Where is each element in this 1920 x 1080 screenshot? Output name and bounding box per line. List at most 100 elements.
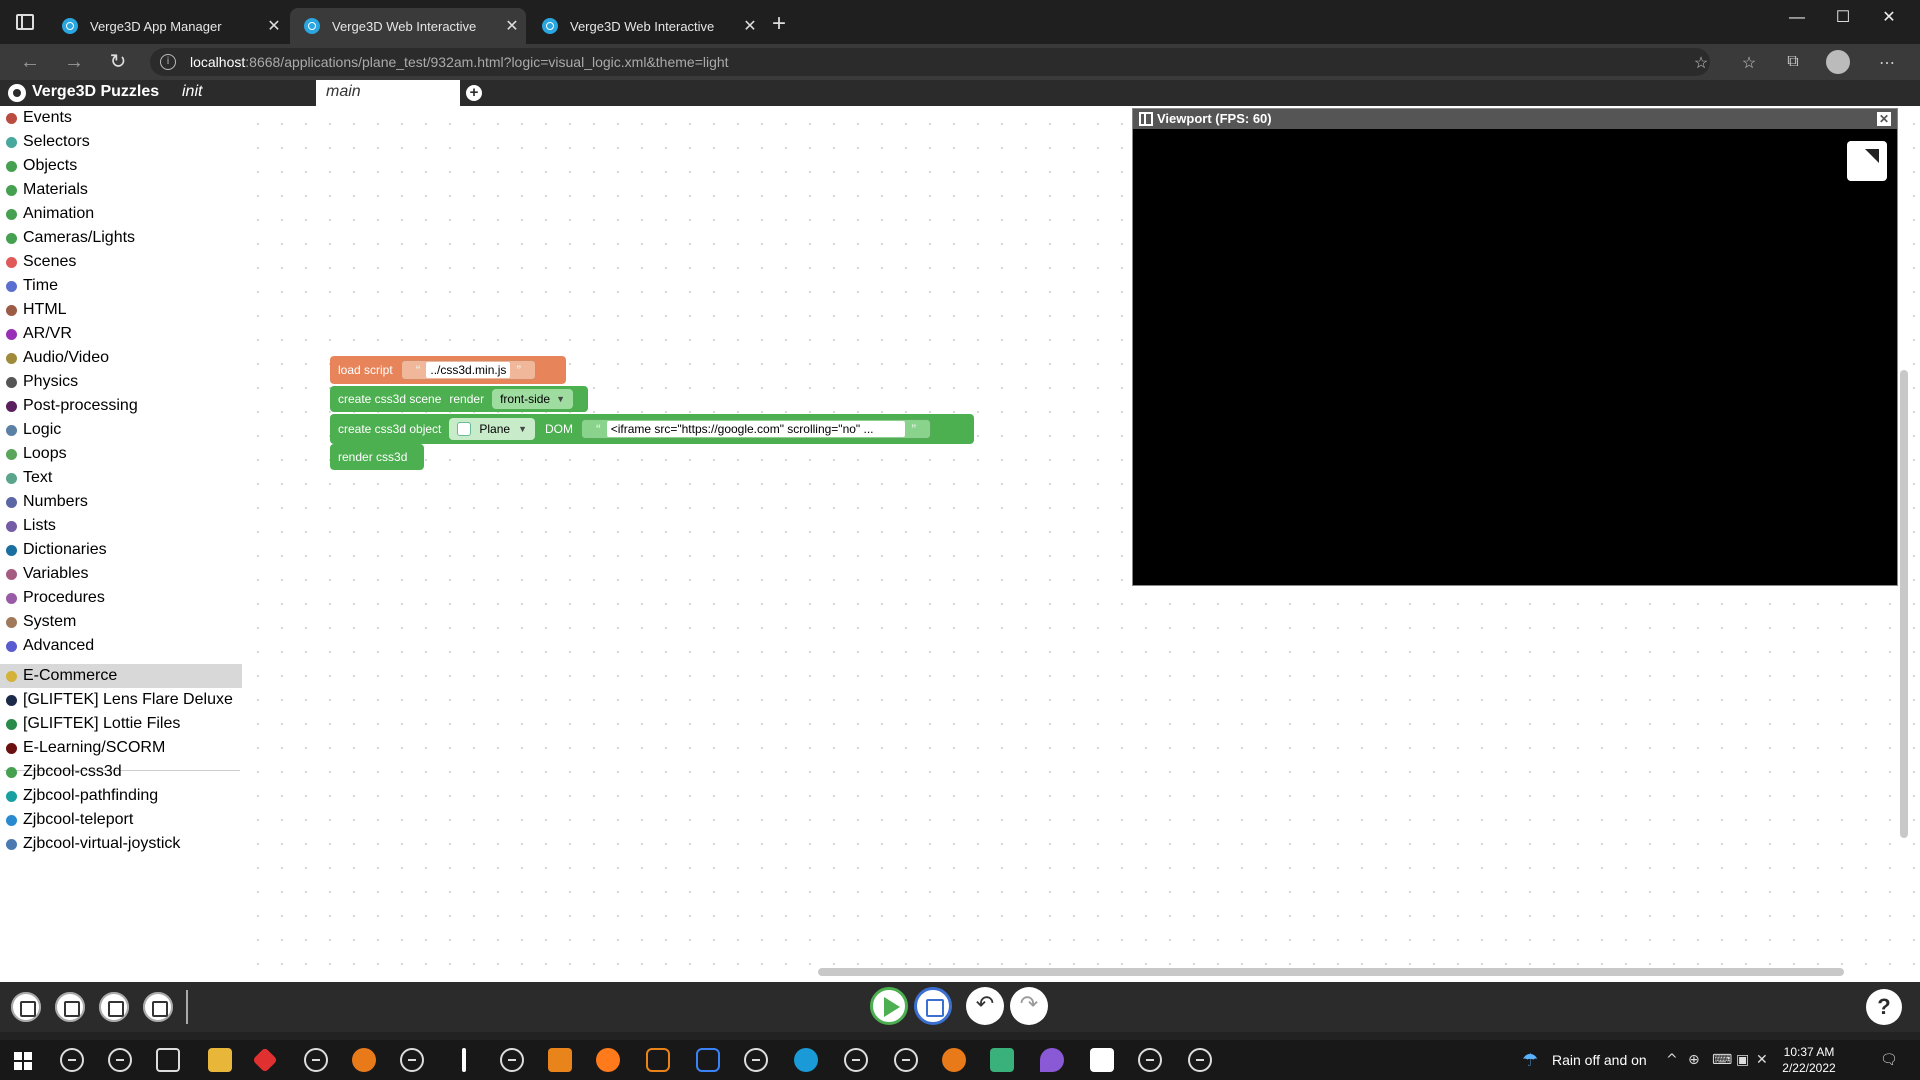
tab-web-interactive[interactable]: Verge3D Web Interactive ✕ xyxy=(528,8,764,44)
umbrella-weather-icon[interactable]: ☂ xyxy=(1522,1050,1542,1071)
category-item[interactable]: Lists xyxy=(0,514,242,538)
close-icon[interactable]: ✕ xyxy=(1877,112,1891,126)
undo-icon[interactable]: ↶ xyxy=(966,987,1004,1025)
app-red-diamond-icon[interactable] xyxy=(252,1047,278,1073)
mail-icon[interactable] xyxy=(990,1048,1014,1072)
sublime-icon[interactable] xyxy=(548,1048,572,1072)
category-item[interactable]: Physics xyxy=(0,370,242,394)
app-bolt-icon[interactable] xyxy=(462,1048,466,1072)
close-icon[interactable]: ✕ xyxy=(736,16,764,36)
viewport-header[interactable]: Viewport (FPS: 60) ✕ xyxy=(1133,109,1897,129)
taskbar-clock[interactable]: 10:37 AM 2/22/2022 xyxy=(1774,1044,1844,1076)
file-explorer-icon[interactable] xyxy=(208,1048,232,1072)
tab-web-interactive-active[interactable]: Verge3D Web Interactive ✕ xyxy=(290,8,526,44)
app-drop-icon[interactable] xyxy=(1040,1048,1064,1072)
category-item[interactable]: [GLIFTEK] Lens Flare Deluxe xyxy=(0,688,242,712)
back-arrow-icon[interactable]: ← xyxy=(16,49,44,75)
app-circle-icon[interactable] xyxy=(1138,1048,1162,1072)
tab-init[interactable]: init xyxy=(182,83,202,101)
app-circle-icon[interactable] xyxy=(894,1048,918,1072)
windows-start-icon[interactable] xyxy=(14,1052,32,1070)
category-item[interactable]: Procedures xyxy=(0,586,242,610)
favorite-star-icon[interactable]: ☆ xyxy=(1690,53,1712,73)
category-item[interactable]: Numbers xyxy=(0,490,242,514)
category-item[interactable]: Events xyxy=(0,106,242,130)
task-view-icon[interactable] xyxy=(156,1048,180,1072)
app-circle-icon[interactable] xyxy=(304,1048,328,1072)
new-tab-button[interactable]: + xyxy=(772,10,786,38)
app-g-icon[interactable] xyxy=(646,1048,670,1072)
profile-avatar-icon[interactable] xyxy=(1826,50,1850,74)
sidebar-toggle-icon[interactable] xyxy=(16,14,34,30)
run-play-icon[interactable] xyxy=(870,987,908,1025)
weather-text[interactable]: Rain off and on xyxy=(1552,1052,1647,1068)
category-item[interactable]: Cameras/Lights xyxy=(0,226,242,250)
help-icon[interactable]: ? xyxy=(1866,989,1902,1025)
dom-string-field[interactable]: “ <iframe src="https://google.com" scrol… xyxy=(581,419,932,439)
info-icon[interactable]: i xyxy=(160,54,176,70)
redo-icon[interactable]: ↷ xyxy=(1010,987,1048,1025)
category-item[interactable]: Scenes xyxy=(0,250,242,274)
category-item[interactable]: AR/VR xyxy=(0,322,242,346)
favorites-list-icon[interactable]: ☆ xyxy=(1738,53,1760,73)
category-item[interactable]: Time xyxy=(0,274,242,298)
category-item[interactable]: System xyxy=(0,610,242,634)
blender-icon[interactable] xyxy=(352,1048,376,1072)
meet-now-icon[interactable]: ▣ xyxy=(1736,1052,1749,1068)
category-item[interactable]: Zjbcool-pathfinding xyxy=(0,784,242,808)
app-play-icon[interactable] xyxy=(696,1048,720,1072)
file-icon[interactable] xyxy=(52,989,88,1025)
more-menu-icon[interactable]: ⋯ xyxy=(1876,53,1898,73)
vertical-scrollbar[interactable] xyxy=(1900,370,1908,838)
close-icon[interactable]: ✕ xyxy=(260,16,288,36)
category-item[interactable]: Objects xyxy=(0,154,242,178)
category-item[interactable]: Audio/Video xyxy=(0,346,242,370)
category-item[interactable]: [GLIFTEK] Lottie Files xyxy=(0,712,242,736)
minimize-button[interactable]: — xyxy=(1774,4,1820,32)
maximize-button[interactable]: ☐ xyxy=(1820,4,1866,32)
save-icon[interactable] xyxy=(914,987,952,1025)
tab-app-manager[interactable]: Verge3D App Manager ✕ xyxy=(48,8,288,44)
category-item[interactable]: Advanced xyxy=(0,634,242,658)
add-tab-icon[interactable]: + xyxy=(466,85,482,101)
edge-icon[interactable] xyxy=(794,1048,818,1072)
category-item[interactable]: Loops xyxy=(0,442,242,466)
cortana-icon[interactable] xyxy=(108,1048,132,1072)
category-item[interactable]: Animation xyxy=(0,202,242,226)
category-item[interactable]: Logic xyxy=(0,418,242,442)
fullscreen-icon[interactable] xyxy=(1847,141,1887,181)
load-script-block[interactable]: load script “ ../css3d.min.js ” xyxy=(330,356,566,384)
notification-icon[interactable]: 🗨 xyxy=(1880,1052,1898,1068)
app-circle-icon[interactable] xyxy=(400,1048,424,1072)
app-circle-icon[interactable] xyxy=(500,1048,524,1072)
volume-muted-icon[interactable]: ✕ xyxy=(1756,1052,1768,1068)
category-item[interactable]: Selectors xyxy=(0,130,242,154)
pause-icon[interactable] xyxy=(1139,112,1153,126)
camera-icon[interactable] xyxy=(96,989,132,1025)
category-item[interactable]: Zjbcool-css3d xyxy=(0,760,242,784)
tray-expand-icon[interactable]: ^ xyxy=(1666,1052,1678,1068)
address-bar[interactable]: i localhost:8668/applications/plane_test… xyxy=(150,48,1710,76)
app-circle-icon[interactable] xyxy=(1188,1048,1212,1072)
close-icon[interactable]: ✕ xyxy=(498,16,526,36)
forward-arrow-icon[interactable]: → xyxy=(60,49,88,75)
reload-icon[interactable]: ↻ xyxy=(104,49,132,75)
render-css3d-block[interactable]: render css3d xyxy=(330,444,424,470)
app-circle-icon[interactable] xyxy=(744,1048,768,1072)
category-item-selected[interactable]: E-Commerce xyxy=(0,664,242,688)
category-item[interactable]: Dictionaries xyxy=(0,538,242,562)
category-item[interactable]: Variables xyxy=(0,562,242,586)
app-document-icon[interactable] xyxy=(1090,1048,1114,1072)
category-item[interactable]: HTML xyxy=(0,298,242,322)
library-icon[interactable] xyxy=(8,989,44,1025)
object-selector[interactable]: Plane ▼ xyxy=(449,418,536,440)
close-window-button[interactable]: ✕ xyxy=(1866,4,1912,32)
script-path-field[interactable]: “ ../css3d.min.js ” xyxy=(400,360,537,380)
tab-main[interactable]: main xyxy=(316,80,460,106)
category-item[interactable]: Zjbcool-virtual-joystick xyxy=(0,832,242,856)
category-item[interactable]: Zjbcool-teleport xyxy=(0,808,242,832)
create-css3d-object-block[interactable]: create css3d object Plane ▼ DOM “ <ifram… xyxy=(330,414,974,444)
network-icon[interactable]: ⊕ xyxy=(1688,1052,1700,1068)
viewport-panel[interactable]: Viewport (FPS: 60) ✕ xyxy=(1132,108,1898,586)
target-icon[interactable] xyxy=(140,989,176,1025)
